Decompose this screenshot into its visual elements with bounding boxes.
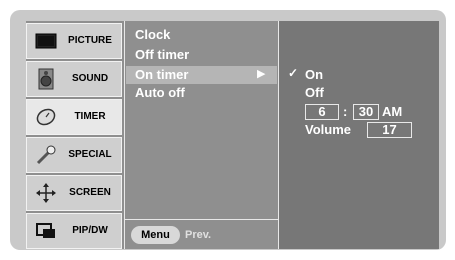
- sidebar-item-label: SPECIAL: [68, 149, 112, 160]
- submenu-item-clock[interactable]: Clock: [135, 26, 170, 44]
- sidebar-item-pipdw[interactable]: PIP/DW: [26, 213, 122, 249]
- sidebar-item-special[interactable]: SPECIAL: [26, 137, 122, 173]
- sidebar-item-screen[interactable]: SCREEN: [26, 175, 122, 211]
- volume-field[interactable]: 17: [367, 122, 412, 138]
- prev-label: Prev.: [185, 229, 212, 241]
- time-separator: :: [343, 104, 348, 119]
- submenu-item-on-timer[interactable]: On timer: [135, 66, 188, 84]
- sidebar-item-label: PICTURE: [68, 35, 112, 46]
- sidebar-item-label: SOUND: [71, 73, 109, 84]
- wrench-icon: [35, 144, 57, 166]
- sidebar-item-picture[interactable]: PICTURE: [26, 23, 122, 59]
- minute-field[interactable]: 30: [353, 104, 379, 120]
- sidebar-item-sound[interactable]: SOUND: [26, 61, 122, 97]
- ampm-label[interactable]: AM: [382, 103, 402, 121]
- main-menu-sidebar: PICTURE SOUND TIMER SPECIAL SCREEN PIP/D…: [26, 21, 122, 249]
- submenu-item-auto-off[interactable]: Auto off: [135, 84, 185, 102]
- submenu-item-off-timer[interactable]: Off timer: [135, 46, 189, 64]
- sidebar-item-label: TIMER: [74, 111, 106, 122]
- sidebar-item-label: PIP/DW: [72, 225, 108, 236]
- checkmark-icon: ✓: [288, 66, 299, 80]
- sidebar-item-timer[interactable]: TIMER: [26, 99, 122, 135]
- on-option[interactable]: On: [305, 66, 323, 84]
- clock-icon: [35, 106, 57, 128]
- menu-button[interactable]: Menu: [131, 226, 180, 244]
- arrow-right-icon: ▶: [257, 68, 266, 80]
- sidebar-item-label: SCREEN: [69, 187, 111, 198]
- tv-screen-icon: [35, 30, 57, 52]
- off-option[interactable]: Off: [305, 84, 324, 102]
- volume-label: Volume: [305, 122, 351, 137]
- on-timer-detail-panel: ✓ On Off 6 : 30 AM Volume 17: [279, 21, 439, 249]
- move-arrows-icon: [35, 182, 57, 204]
- speaker-icon: [35, 68, 57, 90]
- pip-icon: [35, 220, 57, 242]
- divider: [125, 219, 280, 220]
- hour-field[interactable]: 6: [305, 104, 339, 120]
- timer-submenu: Clock Off timer On timer ▶ Auto off Menu…: [124, 21, 280, 249]
